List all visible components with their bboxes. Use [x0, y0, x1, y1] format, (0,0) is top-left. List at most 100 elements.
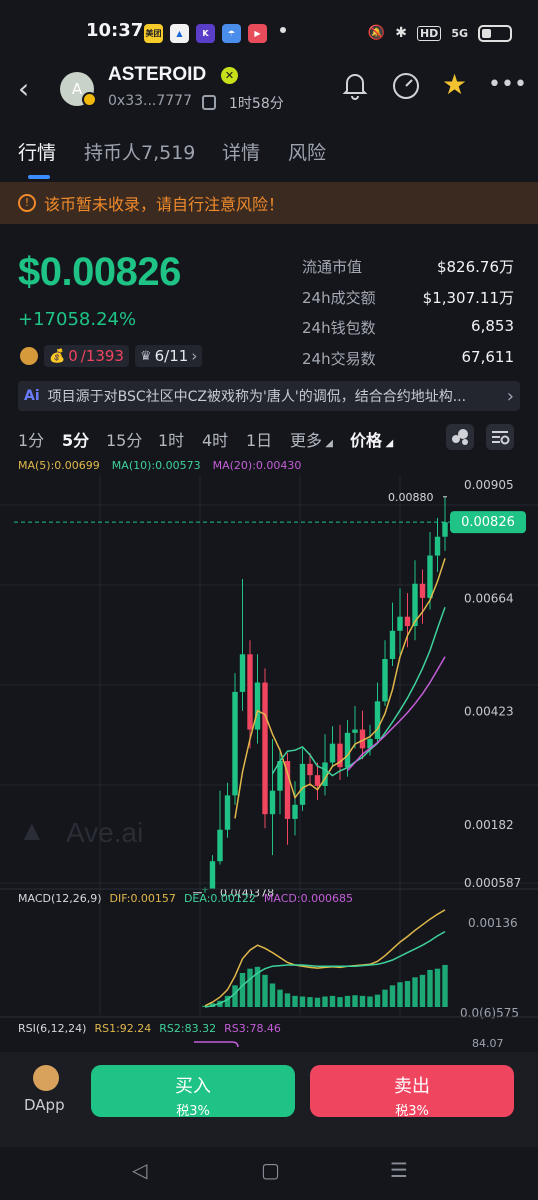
nav-menu-icon[interactable]: ☰ [390, 1158, 408, 1182]
candle-body [299, 763, 306, 805]
token-stats: 流通市值 $826.76万 24h成交额 $1,307.11万 24h钱包数 6,85… [302, 256, 514, 378]
k-app-icon: K [196, 24, 215, 43]
dea-legend: DEA:0.00122 [183, 892, 256, 905]
macd-histogram-bar [292, 995, 298, 1007]
ai-icon: Ai [24, 388, 40, 404]
timeframe-more[interactable]: 更多 ◢ [290, 427, 333, 451]
macd-histogram-bar [427, 969, 433, 1007]
more-icon[interactable]: ••• [488, 72, 527, 97]
macd-histogram-bar [337, 997, 343, 1007]
watermark-logo-icon: ▲ [18, 815, 46, 846]
candle-body [404, 616, 411, 627]
bell-icon[interactable] [341, 70, 369, 106]
rsi2-legend: RS2:83.32 [159, 1022, 217, 1035]
macd-legend: MACD(12,26,9) DIF:0.00157 DEA:0.00122 MA… [18, 892, 353, 905]
stat-label: 24h成交额 [302, 288, 376, 307]
rsi-params: RSI(6,12,24) [18, 1022, 87, 1035]
ma20-legend: MA(20):0.00430 [212, 459, 302, 472]
status-indicators: 🔕 ✱ HD 5G [368, 22, 512, 44]
bluetooth-icon: ✱ [395, 25, 407, 41]
buy-button[interactable]: 买入 税3% [91, 1065, 295, 1119]
macd-histogram-bar [419, 974, 426, 1007]
macd-histogram-bar [314, 997, 321, 1007]
verified-icon: ✕ [221, 67, 238, 84]
ma-legend: MA(5):0.00699 MA(10):0.00573 MA(20):0.00… [18, 459, 301, 472]
app-icon: ☂ [222, 24, 241, 43]
timeframe-4h[interactable]: 4时 [202, 427, 228, 451]
stat-row: 流通市值 $826.76万 [302, 256, 514, 287]
sell-button[interactable]: 卖出 税3% [310, 1065, 514, 1119]
back-button[interactable]: ‹ [18, 72, 29, 105]
warning-icon: ! [18, 194, 36, 212]
copy-icon[interactable] [202, 95, 216, 110]
candle-body [307, 763, 313, 776]
macd-histogram-bar [352, 995, 358, 1007]
signal-icon: 5G [451, 26, 468, 40]
candle-body [269, 790, 276, 815]
current-price-tag-label: 0.00826 [461, 515, 515, 530]
candle-body [352, 729, 358, 733]
macd-histogram-bar [367, 996, 373, 1007]
nav-back-icon[interactable]: ◁ [132, 1158, 147, 1182]
dapp-label[interactable]: DApp [24, 1096, 65, 1114]
stat-row: 24h成交额 $1,307.11万 [302, 287, 514, 318]
dif-legend: DIF:0.00157 [109, 892, 176, 905]
price-mode-select[interactable]: 价格 ◢ [350, 427, 393, 451]
crown-icon: ♛ [139, 348, 152, 364]
candle-body [427, 555, 433, 598]
stat-row: 24h钱包数 6,853 [302, 317, 514, 348]
price-chart[interactable]: ▲ Ave.ai 0.00826 0.00905 0.00664 0.00423 0.… [0, 455, 538, 1052]
crown-count: 6/11 [154, 347, 189, 365]
gauge-icon[interactable] [390, 70, 422, 108]
risk-warning-banner: ! 该币暂未收录，请自行注意风险！ [0, 182, 538, 224]
tab-details[interactable]: 详情 [222, 138, 260, 165]
timeframe-1m[interactable]: 1分 [18, 427, 44, 451]
macd-histogram-bar [397, 982, 403, 1007]
macd-histogram-bar [359, 995, 366, 1007]
risk-warning-text: 该币暂未收录，请自行注意风险！ [44, 195, 285, 214]
macd-histogram-bar [344, 995, 351, 1007]
favorite-star-icon[interactable]: ★ [442, 68, 467, 101]
tab-holders[interactable]: 持币人7,519 [84, 138, 195, 165]
candle-body [262, 682, 268, 815]
timeframe-15m[interactable]: 15分 [106, 427, 142, 451]
rsi3-legend: RS3:78.46 [224, 1022, 281, 1035]
macd-histogram-bar [307, 997, 313, 1007]
macd-histogram-bar [322, 996, 328, 1007]
price-axis-label: 0.00905 [464, 478, 514, 492]
buy-tax: 税3% [176, 1104, 210, 1119]
tab-risk[interactable]: 风险 [288, 138, 326, 165]
chart-settings-icon[interactable] [486, 424, 514, 450]
stat-value: 6,853 [471, 317, 514, 335]
indicator-dots-icon[interactable] [446, 424, 474, 450]
ma10-legend: MA(10):0.00573 [111, 459, 201, 472]
macd-axis: 0.00136 0.0(6)575 [460, 916, 519, 1020]
timeframe-1h[interactable]: 1时 [158, 427, 184, 451]
candle-body [232, 691, 238, 796]
badge-ratio-right: /1393 [80, 347, 124, 365]
nav-home-icon[interactable]: ▢ [261, 1158, 280, 1182]
rsi1-legend: RS1:92.24 [94, 1022, 152, 1035]
tab-market[interactable]: 行情 [18, 138, 56, 165]
stat-label: 流通市值 [302, 258, 363, 276]
crown-badge[interactable]: ♛ 6/11 › [134, 345, 203, 367]
candle-body [292, 804, 298, 819]
sell-label: 卖出 [394, 1076, 430, 1097]
timeframe-1d[interactable]: 1日 [246, 427, 272, 451]
macd-histogram-bar [442, 964, 448, 1007]
timeframe-more-label: 更多 [290, 431, 323, 450]
timeframe-5m[interactable]: 5分 [62, 427, 89, 451]
stat-value: $826.76万 [436, 258, 514, 276]
ma10-line [271, 607, 446, 777]
ai-summary-banner[interactable]: Ai 项目源于对BSC社区中CZ被戏称为'唐人'的调侃，结合合约地址构... › [18, 381, 520, 411]
price-axis-label: 0.00664 [464, 591, 514, 605]
pancakeswap-icon[interactable] [33, 1065, 59, 1091]
macd-axis-label: 0.0(6)575 [460, 1006, 519, 1020]
macd-histogram-bar [277, 989, 283, 1007]
macd-histogram-bar [247, 968, 253, 1007]
contract-address: 0x33...7777 [108, 93, 192, 109]
candle-body [382, 659, 388, 702]
candle-body [442, 522, 448, 537]
tax-ratio-badge[interactable]: 💰 0 /1393 [44, 345, 129, 367]
price-axis-label: 0.00423 [464, 705, 514, 719]
